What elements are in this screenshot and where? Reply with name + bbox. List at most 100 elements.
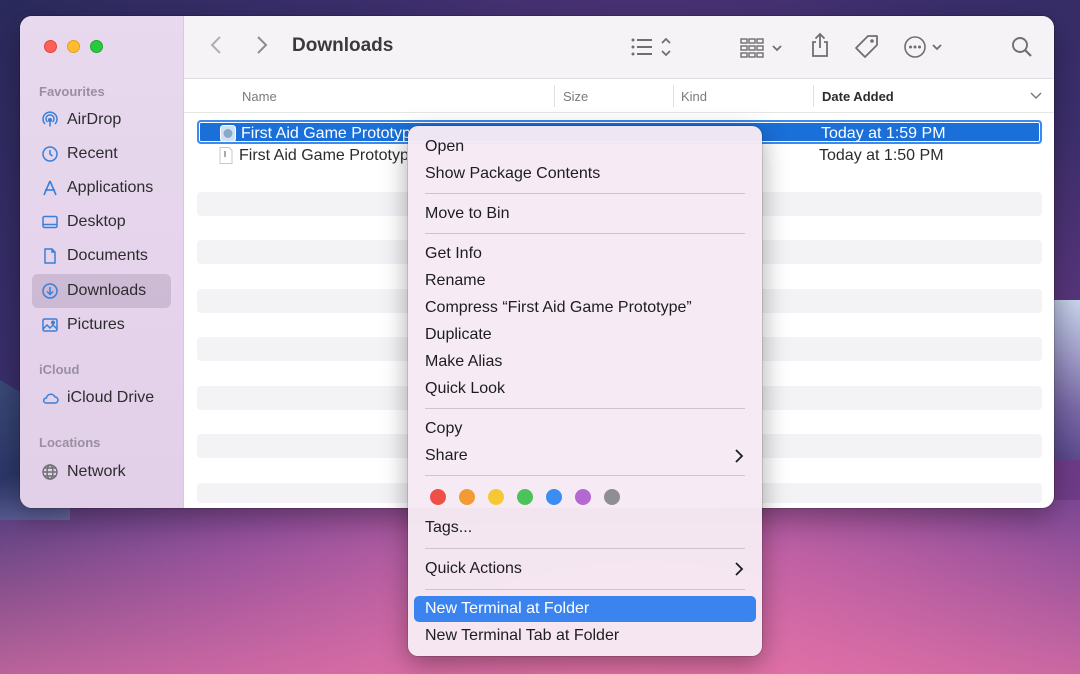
tag-button[interactable]: [854, 34, 880, 60]
tag-red[interactable]: [430, 489, 446, 505]
tag-gray[interactable]: [604, 489, 620, 505]
sidebar-item-downloads[interactable]: Downloads: [32, 274, 171, 308]
sidebar-section-favourites: Favourites: [39, 84, 105, 99]
menu-item-quick-look[interactable]: Quick Look: [414, 376, 756, 402]
column-size[interactable]: Size: [563, 79, 588, 113]
menu-item-get-info[interactable]: Get Info: [414, 241, 756, 267]
tag-color-row: [430, 489, 620, 505]
text-file-icon: [219, 147, 233, 164]
chevron-right-icon: [735, 449, 744, 463]
photo-icon: [41, 316, 59, 334]
sidebar-item-pictures[interactable]: Pictures: [32, 308, 171, 342]
cloud-icon: [41, 389, 59, 407]
group-by-button[interactable]: [740, 38, 786, 58]
sidebar-item-label: Downloads: [67, 282, 147, 299]
share-button[interactable]: [810, 32, 830, 58]
column-date-added[interactable]: Date Added: [822, 79, 894, 113]
sidebar-item-label: iCloud Drive: [67, 389, 155, 406]
menu-item-copy[interactable]: Copy: [414, 416, 756, 442]
chevron-right-icon: [257, 36, 268, 54]
column-divider[interactable]: [554, 85, 555, 107]
menu-separator: [425, 233, 745, 234]
clock-icon: [41, 145, 59, 163]
app-icon: [220, 125, 236, 142]
menu-item-share[interactable]: Share: [414, 443, 756, 469]
forward-button[interactable]: [256, 34, 268, 56]
menu-separator: [425, 548, 745, 549]
sidebar-item-documents[interactable]: Documents: [32, 239, 171, 273]
sidebar-item-applications[interactable]: Applications: [32, 171, 171, 205]
column-name[interactable]: Name: [242, 79, 277, 113]
context-menu: Open Show Package Contents Move to Bin G…: [408, 126, 762, 656]
action-button[interactable]: [904, 36, 948, 58]
zoom-button[interactable]: [90, 40, 103, 53]
sidebar-section-icloud: iCloud: [39, 362, 80, 377]
window-title: Downloads: [292, 35, 394, 56]
tag-green[interactable]: [517, 489, 533, 505]
sidebar-item-recent[interactable]: Recent: [32, 137, 171, 171]
window-controls: [44, 40, 103, 53]
search-icon: [1012, 37, 1032, 57]
menu-item-tags[interactable]: Tags...: [414, 515, 756, 541]
sidebar-item-desktop[interactable]: Desktop: [32, 205, 171, 239]
tag-yellow[interactable]: [488, 489, 504, 505]
airdrop-icon: [41, 111, 59, 129]
sidebar-item-label: Desktop: [67, 213, 126, 230]
applications-icon: [41, 179, 59, 197]
desktop-icon: [41, 213, 59, 231]
sort-chevron-icon[interactable]: [1030, 79, 1042, 113]
menu-item-label: Quick Actions: [425, 560, 522, 577]
menu-separator: [425, 193, 745, 194]
menu-separator: [425, 475, 745, 476]
menu-item-move-to-bin[interactable]: Move to Bin: [414, 201, 756, 227]
sidebar-item-airdrop[interactable]: AirDrop: [32, 103, 171, 137]
sidebar-item-label: AirDrop: [67, 111, 122, 128]
file-name: First Aid Game Prototype: [241, 125, 409, 142]
sidebar-item-label: Applications: [67, 179, 154, 196]
sidebar-item-label: Recent: [67, 145, 118, 162]
file-date-added: Today at 1:50 PM: [819, 147, 944, 164]
menu-item-new-terminal-tab-at-folder[interactable]: New Terminal Tab at Folder: [414, 623, 756, 649]
column-divider[interactable]: [673, 85, 674, 107]
sidebar-item-network[interactable]: Network: [32, 455, 171, 489]
menu-item-new-terminal-at-folder[interactable]: New Terminal at Folder: [414, 596, 756, 622]
tag-purple[interactable]: [575, 489, 591, 505]
menu-separator: [425, 408, 745, 409]
back-button[interactable]: [210, 34, 222, 56]
menu-item-compress[interactable]: Compress “First Aid Game Prototype”: [414, 295, 756, 321]
view-options-button[interactable]: [630, 36, 674, 58]
menu-item-make-alias[interactable]: Make Alias: [414, 349, 756, 375]
close-button[interactable]: [44, 40, 57, 53]
menu-item-open[interactable]: Open: [414, 134, 756, 160]
list-view-icon: [631, 37, 671, 57]
search-button[interactable]: [1011, 36, 1033, 58]
menu-item-rename[interactable]: Rename: [414, 268, 756, 294]
menu-separator: [425, 589, 745, 590]
chevron-left-icon: [210, 36, 221, 54]
menu-item-show-package-contents[interactable]: Show Package Contents: [414, 161, 756, 187]
document-icon: [41, 247, 59, 265]
sidebar: Favourites AirDrop Recent Applications D…: [20, 16, 184, 508]
menu-item-duplicate[interactable]: Duplicate: [414, 322, 756, 348]
sidebar-item-label: Network: [67, 463, 126, 480]
download-icon: [41, 282, 59, 300]
sidebar-item-icloud-drive[interactable]: iCloud Drive: [32, 381, 171, 415]
menu-item-quick-actions[interactable]: Quick Actions: [414, 556, 756, 582]
chevron-right-icon: [735, 562, 744, 576]
file-name: First Aid Game Prototype: [239, 147, 407, 164]
column-divider[interactable]: [813, 85, 814, 107]
sidebar-item-label: Documents: [67, 247, 148, 264]
sidebar-section-locations: Locations: [39, 435, 101, 450]
menu-item-label: Share: [425, 447, 468, 464]
more-icon: [904, 36, 942, 58]
column-kind[interactable]: Kind: [681, 79, 707, 113]
minimize-button[interactable]: [67, 40, 80, 53]
share-icon: [812, 32, 828, 57]
globe-icon: [41, 463, 59, 481]
tag-blue[interactable]: [546, 489, 562, 505]
column-header: Name Size Kind Date Added: [184, 79, 1054, 113]
tag-icon: [855, 35, 878, 58]
file-date-added: Today at 1:59 PM: [821, 125, 946, 142]
toolbar: Downloads: [184, 16, 1054, 79]
tag-orange[interactable]: [459, 489, 475, 505]
